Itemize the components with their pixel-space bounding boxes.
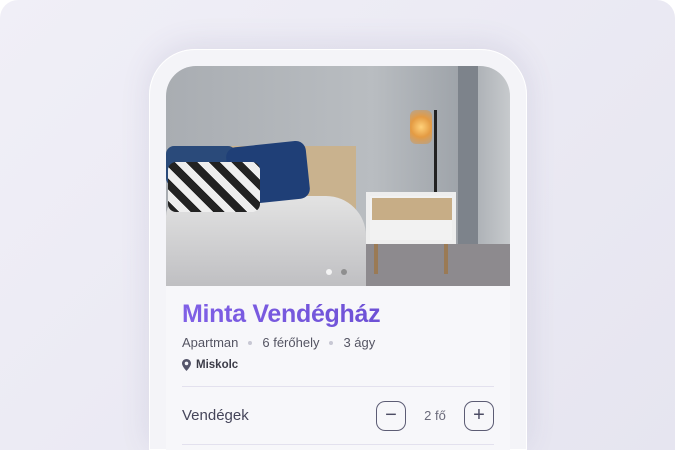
divider xyxy=(182,444,494,445)
listing-location: Miskolc xyxy=(182,358,494,372)
guests-label: Vendégek xyxy=(182,407,249,424)
carousel-dot[interactable] xyxy=(326,269,332,275)
listing-capacity: 6 férőhely xyxy=(262,335,320,350)
photo-lamp xyxy=(410,110,432,144)
guests-count: 2 fő xyxy=(424,408,446,423)
carousel-dot-active[interactable] xyxy=(341,269,347,275)
location-text: Miskolc xyxy=(196,359,239,371)
photo-lamp-pole xyxy=(434,110,437,192)
photo-pillow xyxy=(168,162,260,212)
photo-drawer xyxy=(372,198,452,220)
increase-guests-button[interactable]: + xyxy=(464,400,494,431)
listing-type: Apartman xyxy=(182,335,239,350)
background: Minta Vendégház Apartman 6 férőhely 3 ág… xyxy=(0,0,675,450)
decrease-guests-button[interactable]: − xyxy=(376,400,406,431)
separator-dot xyxy=(248,341,253,345)
listing-details: Minta Vendégház Apartman 6 férőhely 3 ág… xyxy=(182,286,494,445)
guests-row: Vendégek − 2 fő + xyxy=(182,387,494,444)
photo-leg xyxy=(444,244,448,274)
carousel-dots xyxy=(326,269,347,275)
listing-meta: Apartman 6 férőhely 3 ágy xyxy=(182,335,494,351)
listing-photo[interactable] xyxy=(166,66,510,286)
listing-card: Minta Vendégház Apartman 6 férőhely 3 ág… xyxy=(166,66,510,450)
listing-title: Minta Vendégház xyxy=(182,299,494,329)
listing-beds: 3 ágy xyxy=(343,335,376,350)
separator-dot xyxy=(329,341,334,345)
map-pin-icon xyxy=(182,359,191,371)
photo-leg xyxy=(374,244,378,274)
